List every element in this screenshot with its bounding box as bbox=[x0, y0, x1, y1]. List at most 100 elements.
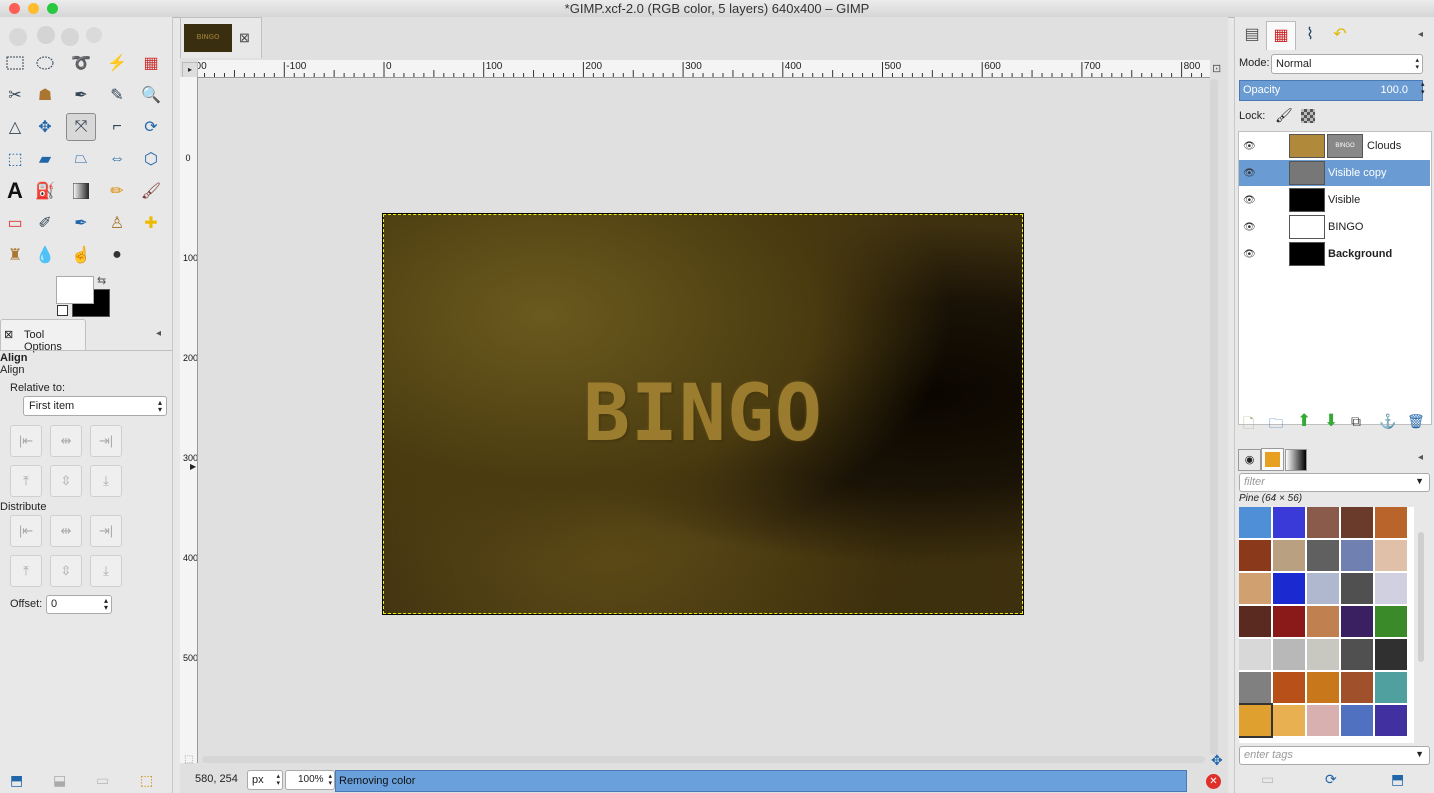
align-tool-icon[interactable]: ⤧ bbox=[66, 113, 96, 141]
navigate-icon[interactable]: ✥ bbox=[1211, 752, 1223, 769]
lower-layer-icon[interactable]: ⬇ bbox=[1324, 411, 1338, 431]
pattern-swatch[interactable] bbox=[1375, 573, 1407, 604]
pencil-tool-icon[interactable]: ✏ bbox=[102, 177, 132, 205]
tab-brushes-icon[interactable]: ◉ bbox=[1238, 449, 1261, 471]
tab-patterns-icon[interactable] bbox=[1261, 448, 1284, 471]
pattern-swatch[interactable] bbox=[1375, 540, 1407, 571]
tab-channels-icon[interactable]: ▦ bbox=[1266, 21, 1296, 50]
scale-tool-icon[interactable]: ⬚ bbox=[0, 145, 30, 173]
ellipse-select-tool-icon[interactable] bbox=[30, 49, 60, 77]
perspective-clone-tool-icon[interactable]: ♜ bbox=[0, 241, 30, 269]
distribute-middle-button[interactable]: ⇳ bbox=[50, 555, 82, 587]
pattern-swatch[interactable] bbox=[1273, 705, 1305, 736]
airbrush-tool-icon[interactable]: ✐ bbox=[30, 209, 60, 237]
close-window-button[interactable] bbox=[9, 3, 20, 14]
distribute-center-button[interactable]: ⇹ bbox=[50, 515, 82, 547]
pattern-filter-input[interactable]: filter ▼ bbox=[1239, 473, 1430, 492]
bucket-fill-tool-icon[interactable]: ⛽ bbox=[30, 177, 60, 205]
patterns-scrollbar[interactable] bbox=[1418, 532, 1424, 662]
image-tab[interactable]: BINGO ⊠ bbox=[180, 17, 262, 58]
new-layer-group-icon[interactable]: 🗀 bbox=[1269, 413, 1283, 437]
pattern-tags-input[interactable]: enter tags ▼ bbox=[1239, 746, 1430, 765]
zoom-tool-icon[interactable]: 🔍 bbox=[136, 81, 166, 109]
blend-tool-icon[interactable] bbox=[66, 177, 96, 205]
layer-visibility-eye-icon[interactable]: 👁 bbox=[1243, 141, 1256, 152]
heal-tool-icon[interactable]: ✚ bbox=[136, 209, 166, 237]
open-pattern-as-image-icon[interactable]: ⬒ bbox=[1391, 771, 1404, 788]
duplicate-layer-icon[interactable]: ⧉ bbox=[1351, 413, 1361, 430]
vertical-scrollbar[interactable] bbox=[1210, 79, 1218, 755]
select-by-color-tool-icon[interactable]: ▦ bbox=[136, 49, 166, 77]
patterns-menu-icon[interactable]: ◂ bbox=[1418, 452, 1423, 463]
raise-layer-icon[interactable]: ⬆ bbox=[1297, 411, 1311, 431]
delete-layer-icon[interactable]: 🗑 bbox=[1407, 413, 1425, 430]
pattern-swatch[interactable] bbox=[1375, 507, 1407, 538]
close-tab-icon[interactable]: ⊠ bbox=[239, 30, 250, 46]
ink-tool-icon[interactable]: ✒ bbox=[66, 209, 96, 237]
align-right-edge-button[interactable]: ⇥| bbox=[90, 425, 122, 457]
eraser-tool-icon[interactable]: ▭ bbox=[0, 209, 30, 237]
new-layer-icon[interactable]: 🗋 bbox=[1243, 413, 1254, 437]
pattern-swatch[interactable] bbox=[1375, 606, 1407, 637]
pattern-swatch[interactable] bbox=[1375, 639, 1407, 670]
layer-row[interactable]: 👁 BINGO bbox=[1239, 214, 1430, 240]
lasso-tool-icon[interactable]: ➰ bbox=[66, 49, 96, 77]
align-left-edge-button[interactable]: |⇤ bbox=[10, 425, 42, 457]
lock-alpha-icon[interactable] bbox=[1301, 109, 1315, 123]
layer-row[interactable]: 👁 Visible bbox=[1239, 187, 1430, 213]
pattern-swatch[interactable] bbox=[1375, 705, 1407, 736]
reset-tool-options-icon[interactable]: ⬚ bbox=[140, 772, 153, 789]
clone-tool-icon[interactable]: ♙ bbox=[102, 209, 132, 237]
pattern-swatch[interactable] bbox=[1273, 606, 1305, 637]
minimize-window-button[interactable] bbox=[28, 3, 39, 14]
pattern-swatch[interactable] bbox=[1239, 639, 1271, 670]
panel-menu-icon[interactable]: ◂ bbox=[156, 328, 161, 339]
pattern-swatch[interactable] bbox=[1307, 672, 1339, 703]
rect-select-tool-icon[interactable] bbox=[0, 49, 30, 77]
pattern-swatch[interactable] bbox=[1307, 507, 1339, 538]
quick-mask-icon[interactable]: ⬚ bbox=[184, 754, 193, 765]
align-middle-button[interactable]: ⇳ bbox=[50, 465, 82, 497]
pattern-swatch[interactable] bbox=[1273, 639, 1305, 670]
pattern-swatch[interactable] bbox=[1307, 573, 1339, 604]
layer-row[interactable]: 👁 BINGO Clouds bbox=[1239, 133, 1430, 159]
pattern-swatch[interactable] bbox=[1273, 573, 1305, 604]
pattern-swatch[interactable] bbox=[1273, 507, 1305, 538]
fuzzy-select-tool-icon[interactable]: ⚡ bbox=[102, 49, 132, 77]
layer-mask-thumbnail[interactable]: BINGO bbox=[1327, 134, 1363, 158]
color-picker-tool-icon[interactable]: ✎ bbox=[102, 81, 132, 109]
paintbrush-tool-icon[interactable]: 🖌 bbox=[136, 177, 166, 205]
delete-tool-options-icon[interactable]: ▭ bbox=[96, 772, 109, 789]
image-canvas[interactable]: BINGO bbox=[382, 213, 1024, 615]
default-colors-icon[interactable] bbox=[57, 305, 68, 316]
distribute-top-button[interactable]: ⤒ bbox=[10, 555, 42, 587]
anchor-layer-icon[interactable]: ⚓ bbox=[1379, 413, 1396, 430]
distribute-right-button[interactable]: ⇥| bbox=[90, 515, 122, 547]
lock-pixels-icon[interactable]: 🖌 bbox=[1275, 107, 1293, 124]
layer-row[interactable]: 👁 Background bbox=[1239, 241, 1430, 267]
pattern-swatch[interactable] bbox=[1375, 672, 1407, 703]
foreground-color-swatch[interactable] bbox=[56, 276, 94, 304]
dock-menu-icon[interactable]: ◂ bbox=[1418, 29, 1423, 40]
shear-tool-icon[interactable]: ▰ bbox=[30, 145, 60, 173]
tab-undo-history-icon[interactable]: ↶ bbox=[1326, 22, 1354, 48]
distribute-left-button[interactable]: |⇤ bbox=[10, 515, 42, 547]
pattern-swatch[interactable] bbox=[1239, 540, 1271, 571]
tab-layers-icon[interactable]: ▤ bbox=[1238, 22, 1266, 48]
pattern-swatch[interactable] bbox=[1239, 703, 1273, 738]
tab-tool-options[interactable]: ⊠ Tool Options bbox=[0, 319, 86, 353]
pattern-swatch[interactable] bbox=[1273, 540, 1305, 571]
pattern-swatch[interactable] bbox=[1341, 705, 1373, 736]
zoom-lock-icon[interactable]: ⊡ bbox=[1212, 62, 1221, 75]
cancel-operation-icon[interactable]: ✕ bbox=[1206, 774, 1221, 789]
rotate-tool-icon[interactable]: ⟳ bbox=[136, 113, 166, 141]
align-bottom-edge-button[interactable]: ⤓ bbox=[90, 465, 122, 497]
save-tool-options-icon[interactable]: ⬒ bbox=[10, 772, 23, 789]
tab-paths-icon[interactable]: ⌇ bbox=[1296, 22, 1324, 48]
pattern-swatch[interactable] bbox=[1239, 672, 1271, 703]
measure-tool-icon[interactable]: △ bbox=[0, 113, 30, 141]
perspective-tool-icon[interactable]: ⏢ bbox=[66, 145, 96, 173]
offset-spinner[interactable]: 0 ▴ ▾ bbox=[46, 595, 112, 614]
pattern-swatch[interactable] bbox=[1341, 672, 1373, 703]
distribute-bottom-button[interactable]: ⤓ bbox=[90, 555, 122, 587]
